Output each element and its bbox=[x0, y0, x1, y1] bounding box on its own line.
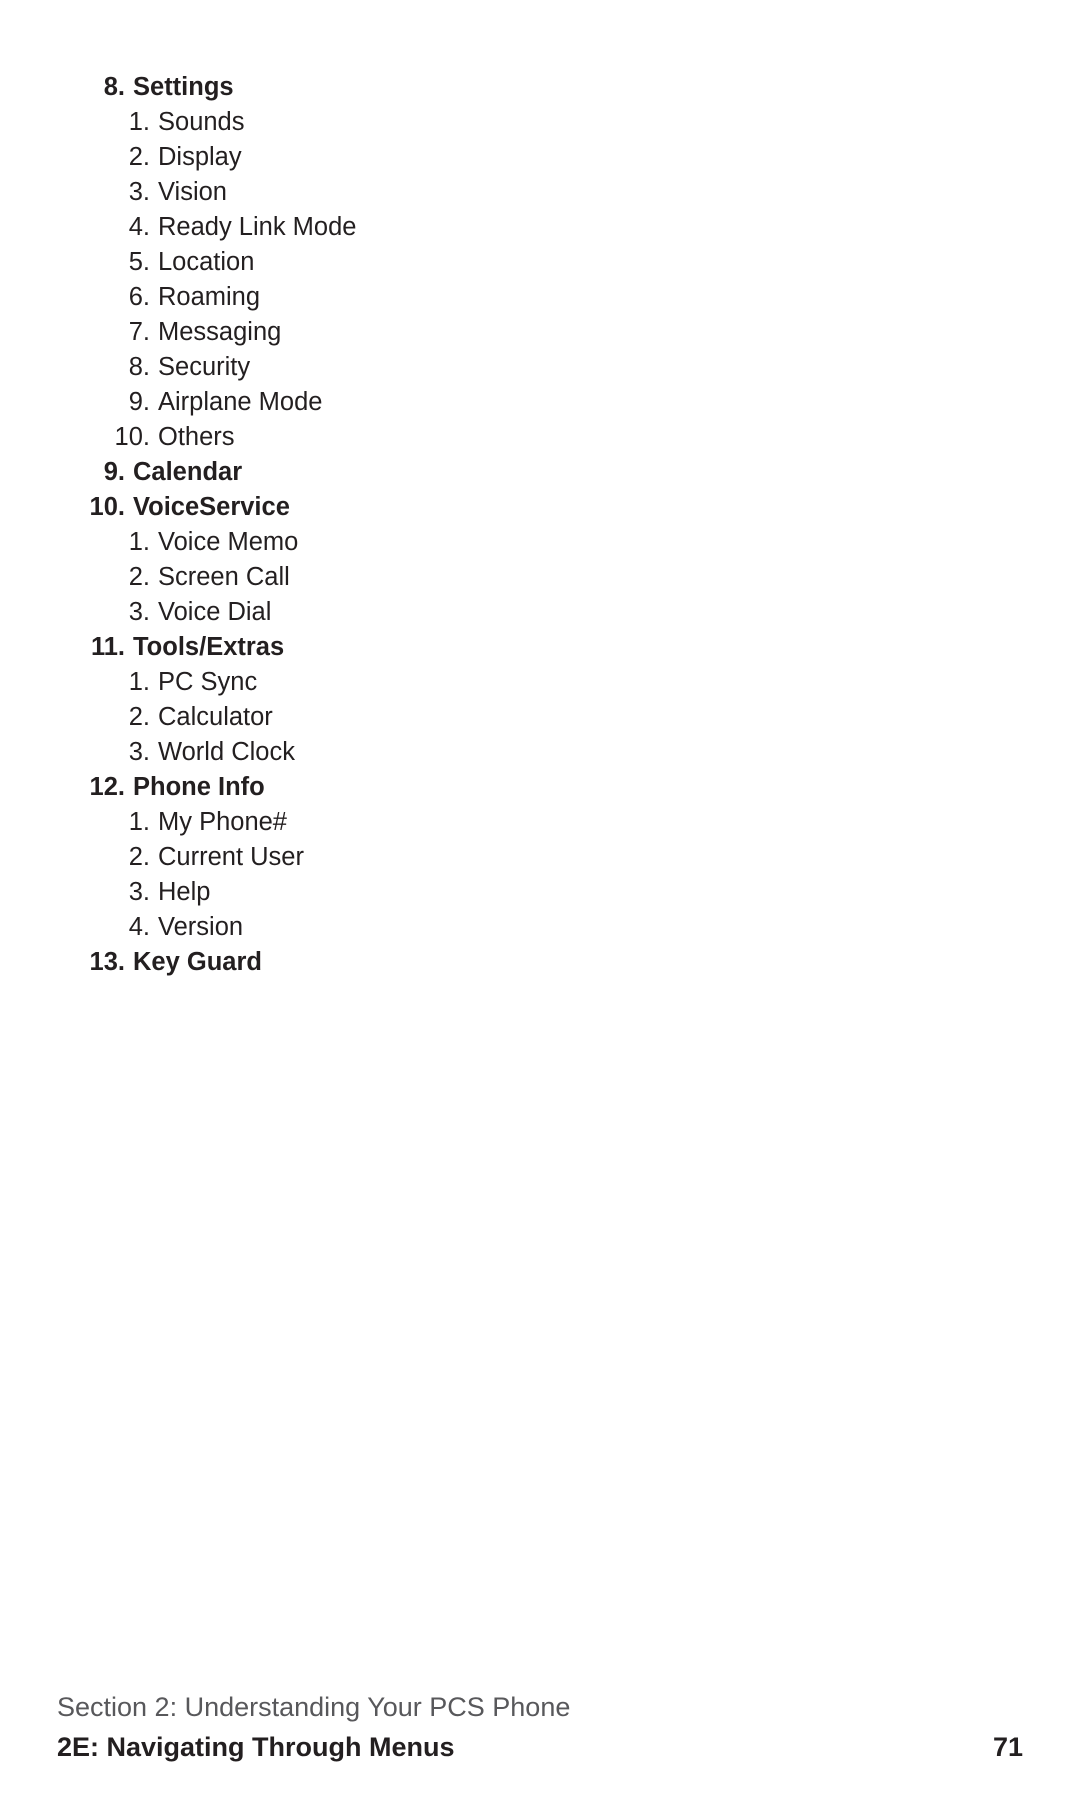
menu-item-label: Display bbox=[158, 143, 242, 171]
menu-item-level2: 1. My Phone# bbox=[0, 805, 1080, 840]
menu-item-level2: 3. Help bbox=[0, 875, 1080, 910]
menu-item-number: 8. bbox=[103, 73, 125, 101]
menu-item-label: Airplane Mode bbox=[158, 388, 323, 416]
menu-item-number: 12. bbox=[89, 773, 125, 801]
menu-item-number: 3. bbox=[128, 878, 150, 906]
menu-item-level1: 10. VoiceService bbox=[0, 490, 1080, 525]
menu-item-label: Help bbox=[158, 878, 211, 906]
menu-item-level2: 3. Voice Dial bbox=[0, 595, 1080, 630]
menu-item-number: 1. bbox=[128, 108, 150, 136]
menu-item-label: Sounds bbox=[158, 108, 245, 136]
menu-item-label: Calculator bbox=[158, 703, 273, 731]
menu-item-level1: 12. Phone Info bbox=[0, 770, 1080, 805]
menu-item-label: My Phone# bbox=[158, 808, 287, 836]
menu-item-number: 9. bbox=[128, 388, 150, 416]
menu-item-label: Tools/Extras bbox=[133, 633, 285, 661]
menu-item-label: Vision bbox=[158, 178, 227, 206]
menu-item-label: Ready Link Mode bbox=[158, 213, 357, 241]
menu-item-label: Phone Info bbox=[133, 773, 265, 801]
menu-item-label: Screen Call bbox=[158, 563, 290, 591]
menu-item-label: Others bbox=[158, 423, 235, 451]
menu-item-label: Location bbox=[158, 248, 255, 276]
page-number: 71 bbox=[992, 1732, 1023, 1762]
menu-item-label: Voice Dial bbox=[158, 598, 272, 626]
menu-item-number: 2. bbox=[128, 843, 150, 871]
menu-item-label: Calendar bbox=[133, 458, 243, 486]
page-footer: Section 2: Understanding Your PCS Phone … bbox=[0, 1670, 1080, 1800]
menu-item-number: 2. bbox=[128, 703, 150, 731]
menu-item-level2: 2. Display bbox=[0, 140, 1080, 175]
footer-section-title: Section 2: Understanding Your PCS Phone bbox=[57, 1692, 571, 1722]
menu-item-label: Messaging bbox=[158, 318, 282, 346]
menu-item-level2: 2. Calculator bbox=[0, 700, 1080, 735]
menu-item-label: VoiceService bbox=[133, 493, 290, 521]
menu-outline-list: 8. Settings 1. Sounds 2. Display 3. Vision 4. Rea… bbox=[0, 70, 1080, 980]
menu-item-level1: 11. Tools/Extras bbox=[0, 630, 1080, 665]
footer-chapter-row: 2E: Navigating Through Menus 71 bbox=[57, 1732, 1023, 1763]
menu-item-level1: 13. Key Guard bbox=[0, 945, 1080, 980]
menu-item-level2: 6. Roaming bbox=[0, 280, 1080, 315]
menu-item-level2: 9. Airplane Mode bbox=[0, 385, 1080, 420]
menu-item-label: Voice Memo bbox=[158, 528, 299, 556]
menu-item-level1: 9. Calendar bbox=[0, 455, 1080, 490]
menu-item-level2: 8. Security bbox=[0, 350, 1080, 385]
menu-item-number: 11. bbox=[90, 633, 125, 661]
menu-item-label: Security bbox=[158, 353, 251, 381]
menu-item-number: 2. bbox=[128, 563, 150, 591]
menu-item-number: 3. bbox=[128, 738, 150, 766]
menu-item-number: 1. bbox=[128, 668, 150, 696]
menu-item-number: 8. bbox=[128, 353, 150, 381]
menu-item-level2: 4. Ready Link Mode bbox=[0, 210, 1080, 245]
menu-item-label: Version bbox=[158, 913, 244, 941]
menu-item-level2: 1. PC Sync bbox=[0, 665, 1080, 700]
menu-item-level2: 1. Sounds bbox=[0, 105, 1080, 140]
menu-item-number: 5. bbox=[128, 248, 150, 276]
menu-item-level2: 7. Messaging bbox=[0, 315, 1080, 350]
menu-item-number: 1. bbox=[128, 528, 150, 556]
menu-item-number: 10. bbox=[89, 493, 125, 521]
menu-item-number: 9. bbox=[103, 458, 125, 486]
menu-item-label: Settings bbox=[133, 73, 234, 101]
menu-item-level2: 2. Screen Call bbox=[0, 560, 1080, 595]
menu-item-level2: 1. Voice Memo bbox=[0, 525, 1080, 560]
menu-item-number: 10. bbox=[114, 423, 150, 451]
menu-item-number: 1. bbox=[128, 808, 150, 836]
menu-item-number: 2. bbox=[128, 143, 150, 171]
menu-item-number: 3. bbox=[128, 598, 150, 626]
menu-item-level2: 2. Current User bbox=[0, 840, 1080, 875]
footer-chapter-title: 2E: Navigating Through Menus bbox=[57, 1732, 455, 1762]
menu-item-label: PC Sync bbox=[158, 668, 258, 696]
menu-item-number: 6. bbox=[128, 283, 150, 311]
menu-item-label: Key Guard bbox=[133, 948, 262, 976]
menu-item-label: Roaming bbox=[158, 283, 261, 311]
menu-item-number: 3. bbox=[128, 178, 150, 206]
menu-item-number: 13. bbox=[89, 948, 125, 976]
menu-item-level2: 5. Location bbox=[0, 245, 1080, 280]
menu-item-label: Current User bbox=[158, 843, 304, 871]
menu-item-label: World Clock bbox=[158, 738, 295, 766]
menu-item-level2: 3. World Clock bbox=[0, 735, 1080, 770]
menu-item-level2: 4. Version bbox=[0, 910, 1080, 945]
menu-item-level1: 8. Settings bbox=[0, 70, 1080, 105]
menu-item-number: 4. bbox=[128, 213, 150, 241]
menu-item-number: 7. bbox=[128, 318, 150, 346]
menu-item-number: 4. bbox=[128, 913, 150, 941]
menu-item-level2: 3. Vision bbox=[0, 175, 1080, 210]
menu-item-level2: 10. Others bbox=[0, 420, 1080, 455]
